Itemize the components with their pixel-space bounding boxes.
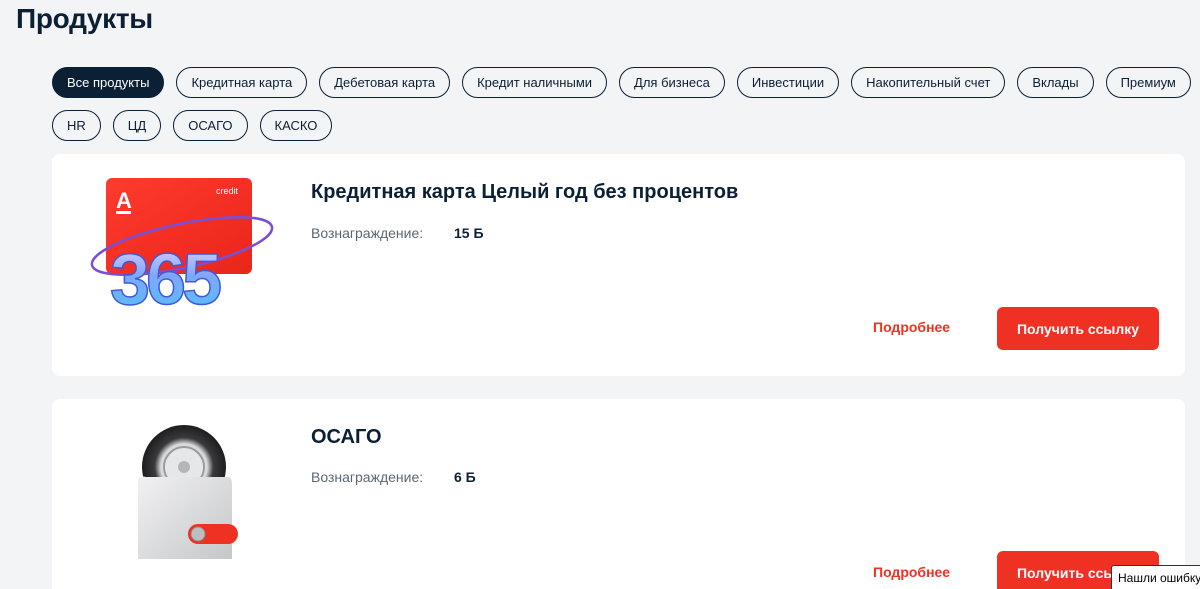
filter-row-2: HR ЦД ОСАГО КАСКО <box>52 110 1182 141</box>
filter-chips: Все продукты Кредитная карта Дебетовая к… <box>52 67 1191 153</box>
filter-chip-credit-card[interactable]: Кредитная карта <box>176 67 308 98</box>
get-link-button[interactable]: Получить ссылку <box>997 307 1159 350</box>
filter-chip-all[interactable]: Все продукты <box>52 67 165 98</box>
filter-chip-business[interactable]: Для бизнеса <box>619 67 725 98</box>
more-link[interactable]: Подробнее <box>873 564 950 580</box>
filter-chip-investments[interactable]: Инвестиции <box>736 67 840 98</box>
filter-row-1: Все продукты Кредитная карта Дебетовая к… <box>52 67 1191 98</box>
filter-chip-osago[interactable]: ОСАГО <box>173 110 248 141</box>
filter-chip-hr[interactable]: HR <box>52 110 101 141</box>
filter-chip-premium[interactable]: Премиум <box>1105 67 1191 98</box>
svg-text:А: А <box>116 188 132 213</box>
more-link[interactable]: Подробнее <box>873 319 950 335</box>
reward-value: 15 Б <box>454 225 484 241</box>
page-title: Продукты <box>16 3 153 34</box>
report-error-tooltip[interactable]: Нашли ошибку? <box>1111 565 1200 589</box>
reward-value: 6 Б <box>454 469 476 485</box>
svg-text:credit: credit <box>216 186 239 196</box>
reward-label: Вознаграждение: <box>311 225 424 241</box>
filter-chip-savings[interactable]: Накопительный счет <box>851 67 1006 98</box>
filter-chip-deposits[interactable]: Вклады <box>1017 67 1094 98</box>
credit-card-365-image: А credit 365 <box>82 174 282 321</box>
products-page: Продукты Все продукты Кредитная карта Де… <box>0 0 1200 589</box>
svg-text:365: 365 <box>110 240 221 314</box>
filter-chip-cd[interactable]: ЦД <box>112 110 162 141</box>
filter-chip-kasko[interactable]: КАСКО <box>259 110 333 141</box>
wheel-in-pocket-image <box>82 419 282 565</box>
card-title: ОСАГО <box>311 426 382 448</box>
product-card-credit-card: А credit 365 Кредитная карта Целый год б… <box>52 154 1185 376</box>
filter-chip-debit-card[interactable]: Дебетовая карта <box>319 67 451 98</box>
product-card-osago: ОСАГО Вознаграждение: 6 Б Подробнее Полу… <box>52 399 1185 589</box>
card-title: Кредитная карта Целый год без процентов <box>311 181 739 203</box>
reward-label: Вознаграждение: <box>311 469 424 485</box>
filter-chip-cash-loan[interactable]: Кредит наличными <box>462 67 608 98</box>
